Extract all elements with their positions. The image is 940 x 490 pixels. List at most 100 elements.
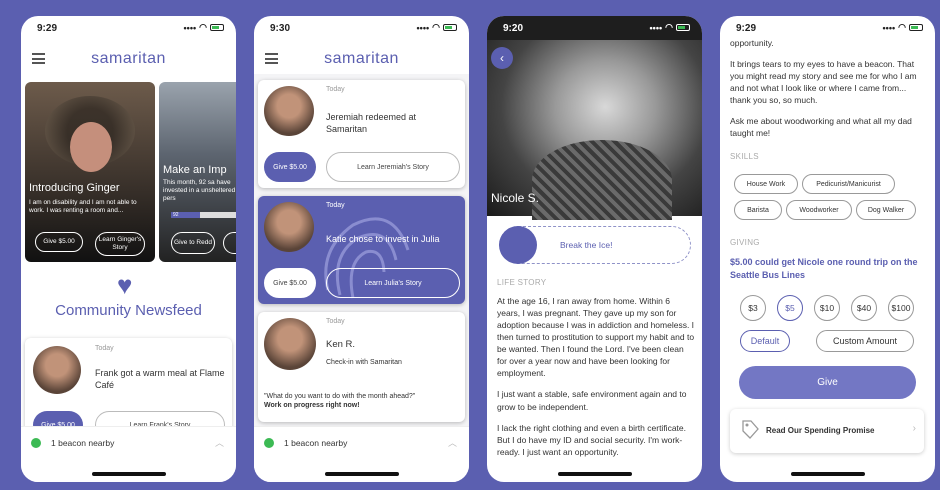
feed-subtitle: Check-in with Samaritan [326,359,402,366]
status-time: 9:30 [270,23,291,34]
story-paragraph: Ask me about woodworking and what all my… [730,116,912,139]
section-label-giving: GIVING [730,238,760,247]
feed-title: Community Newsfeed [55,302,202,319]
avatar [264,86,314,136]
chevron-left-icon: ‹ [500,51,504,65]
status-icons: •••• ◠ [184,22,224,33]
life-story-text: At the age 16, I ran away from home. Wit… [497,295,695,467]
app-logo: samaritan [324,50,399,67]
avatar [264,318,316,370]
status-bar: 9:29 •••• ◠ [21,16,236,40]
custom-amount-button[interactable]: Custom Amount [816,330,914,352]
give-button[interactable]: Give [739,366,916,399]
skill-chip: Barista [734,200,782,220]
skill-chip: House Work [734,174,798,194]
give-button[interactable]: Give $5.00 [264,152,316,182]
feed-item[interactable]: Today Ken R. Check-in with Samaritan "Wh… [258,312,465,422]
beacon-text: 1 beacon nearby [284,438,348,448]
status-icons: •••• ◠ [883,22,923,33]
feed-text: Frank got a warm meal at Flame Café [95,368,225,390]
skill-chip: Woodworker [786,200,852,220]
back-button[interactable]: ‹ [491,47,513,69]
phone-screen-feed: 9:30 •••• ◠ samaritan Today Jeremiah rede… [254,16,469,482]
card-description: I am on disability and I am not able to … [29,199,137,215]
wifi-icon: ◠ [432,22,440,32]
status-time: 9:29 [736,23,757,34]
home-indicator [557,472,632,476]
nav-bar: samaritan [254,44,469,74]
nav-bar: samaritan [21,44,236,74]
amount-option[interactable]: $100 [888,295,914,321]
battery-icon [909,24,923,31]
phone-screen-home: 9:29 •••• ◠ samaritan Introducing Ginger … [21,16,236,482]
give-button[interactable]: Give $5.00 [35,232,83,252]
amount-option[interactable]: $40 [851,295,877,321]
signal-icon: •••• [649,22,663,33]
status-time: 9:29 [37,23,58,34]
feed-item[interactable]: Today Jeremiah redeemed at Samaritan Giv… [258,80,465,188]
skill-chip: Pedicurist/Manicurist [802,174,895,194]
spending-promise-link[interactable]: Read Our Spending Promise › [730,409,924,453]
phone-screen-profile: 9:20 •••• ◠ ‹ Nicole S. Break the Ice! LI… [487,16,702,482]
heart-icon: ♥ [117,270,133,300]
checkin-answer: Work on progress right now! [264,402,360,409]
status-bar: 9:20 •••• ◠ [487,16,702,40]
chevron-up-icon[interactable]: ︿ [448,436,457,449]
section-label-life-story: LIFE STORY [497,278,547,287]
amount-option[interactable]: $10 [814,295,840,321]
profile-photo [487,40,702,220]
status-icons: •••• ◠ [650,22,690,33]
wifi-icon: ◠ [199,22,207,32]
avatar [264,202,314,252]
signal-icon: •••• [882,22,896,33]
chevron-up-icon[interactable]: ︿ [215,436,224,449]
phone-screen-giving: 9:29 •••• ◠ opportunity. It brings tears … [720,16,935,482]
featured-card-impact[interactable]: Make an Imp This month, 92 sa have inves… [159,82,236,262]
signal-icon: •••• [416,22,430,33]
amount-option-selected[interactable]: $5 [777,295,803,321]
battery-icon [443,24,457,31]
status-icons: •••• ◠ [417,22,457,33]
checkin-question: "What do you want to do with the month a… [264,393,416,400]
chevron-right-icon: › [912,423,916,434]
feed-name: Ken R. [326,339,356,350]
profile-story-continued: opportunity. It brings tears to my eyes … [730,37,928,148]
story-paragraph: I lack the right clothing and even a bir… [497,422,686,457]
learn-story-button[interactable]: Learn Ginger's Story [95,232,145,256]
give-button[interactable]: Give $5.00 [264,268,316,298]
learn-story-button[interactable]: Learn Jeremiah's Story [326,152,460,182]
skill-chip: Dog Walker [856,200,916,220]
secondary-button[interactable] [223,232,236,254]
status-bar: 9:30 •••• ◠ [254,16,469,40]
break-ice-button[interactable]: Break the Ice! [499,226,691,264]
profile-name: Nicole S. [491,191,540,205]
story-paragraph: At the age 16, I ran away from home. Wit… [497,296,695,379]
feed-date: Today [326,202,345,209]
card-title: Introducing Ginger [29,182,120,194]
wifi-icon: ◠ [665,22,673,32]
feed-text: Katie chose to invest in Julia [326,234,440,244]
feed-item-highlighted[interactable]: Today Katie chose to invest in Julia Giv… [258,196,465,304]
slider-handle[interactable] [499,226,537,264]
break-ice-label: Break the Ice! [560,240,613,250]
progress-fill: 92 [171,212,201,218]
story-paragraph: It brings tears to my eyes to have a bea… [730,59,917,106]
wifi-icon: ◠ [898,22,906,32]
status-time: 9:20 [503,23,524,34]
feed-date: Today [326,318,345,325]
giving-impact-text: $5.00 could get Nicole one round trip on… [730,257,918,280]
feed-text: Jeremiah redeemed at Samaritan [326,112,417,134]
amount-option[interactable]: $3 [740,295,766,321]
progress-bar: 92 [171,212,236,218]
spending-promise-label: Read Our Spending Promise [766,426,875,435]
home-indicator [91,472,166,476]
default-button[interactable]: Default [740,330,790,352]
avatar [33,346,81,394]
section-label-skills: SKILLS [730,152,759,161]
tag-icon [742,420,759,439]
learn-story-button[interactable]: Learn Julia's Story [326,268,460,298]
beacon-text: 1 beacon nearby [51,438,115,448]
featured-card-ginger[interactable]: Introducing Ginger I am on disability an… [25,82,155,262]
feed-date: Today [95,345,114,352]
give-to-redd-button[interactable]: Give to Redd [171,232,215,254]
